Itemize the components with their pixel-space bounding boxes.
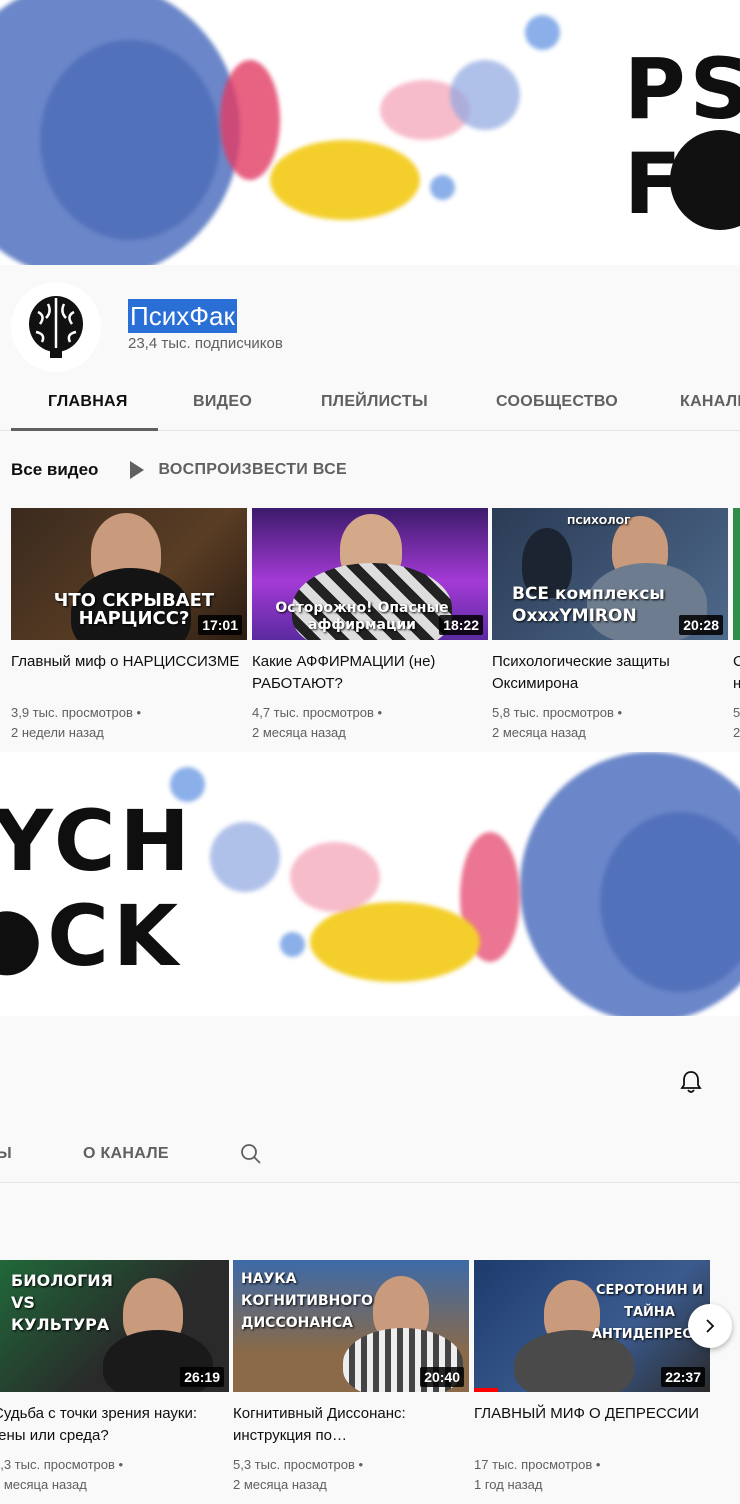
video-thumbnail[interactable]: [733, 508, 740, 640]
video-duration: 18:22: [439, 615, 483, 635]
video-views: 5,3 тыс. просмотров: [233, 1457, 355, 1472]
tab-channels-fragment[interactable]: Ы: [0, 1145, 12, 1163]
meta-separator: •: [136, 705, 142, 720]
shelf-next-button[interactable]: [688, 1304, 732, 1348]
channel-banner-right: YCH ●CK: [0, 752, 740, 1016]
video-age: 1 месяца назад: [0, 1477, 87, 1492]
video-views: 5,8 тыс. просмотров: [492, 705, 614, 720]
video-card[interactable]: НАУКА КОГНИТИВНОГО ДИССОНАНСА 20:40 Когн…: [233, 1260, 469, 1495]
thumbnail-text: НАУКА КОГНИТИВНОГО ДИССОНАНСА: [241, 1271, 374, 1331]
chevron-right-icon: [706, 1319, 715, 1333]
video-title[interactable]: Какие АФФИРМАЦИИ (не) РАБОТАЮТ?: [252, 651, 488, 695]
tab-playlists[interactable]: ПЛЕЙЛИСТЫ: [321, 393, 428, 411]
video-views: 5: [733, 705, 740, 720]
video-meta: 4,7 тыс. просмотров • 2 месяца назад: [252, 703, 488, 743]
meta-separator: •: [118, 1457, 124, 1472]
video-duration: 22:37: [661, 1367, 705, 1387]
video-thumbnail[interactable]: ПСИХОЛОГ ВСЕ комплексы OxxxYMIRON 20:28: [492, 508, 728, 640]
video-age: 2 недели назад: [11, 725, 104, 740]
video-duration: 20:28: [679, 615, 723, 635]
video-meta: 17 тыс. просмотров • 1 год назад: [474, 1455, 710, 1495]
meta-separator: •: [377, 705, 383, 720]
video-title[interactable]: Главный миф о НАРЦИССИЗМЕ: [11, 651, 247, 695]
notification-bell[interactable]: [680, 1070, 702, 1099]
title-fragment: С: [733, 653, 740, 670]
banner-logo-text-right: YCH: [0, 792, 194, 890]
video-title[interactable]: Сн: [733, 651, 740, 695]
tab-community[interactable]: СООБЩЕСТВО: [496, 393, 618, 411]
channel-header: ПсихФак 23,4 тыс. подписчиков: [0, 265, 740, 375]
video-title[interactable]: Психологические защиты Оксимирона: [492, 651, 728, 695]
section-title[interactable]: Все видео: [11, 460, 98, 480]
meta-separator: •: [617, 705, 623, 720]
video-views: 4,7 тыс. просмотров: [252, 705, 374, 720]
video-views: 17 тыс. просмотров: [474, 1457, 593, 1472]
video-age: 2: [733, 725, 740, 740]
banner-logo-text-right-2: ●CK: [0, 887, 183, 985]
video-card[interactable]: ПСИХОЛОГ ВСЕ комплексы OxxxYMIRON 20:28 …: [492, 508, 728, 743]
play-all-label: ВОСПРОИЗВЕСТИ ВСЕ: [158, 461, 347, 478]
video-title[interactable]: Когнитивный Диссонанс: инструкция по…: [233, 1403, 469, 1447]
watch-progress-bar: [474, 1388, 498, 1392]
video-thumbnail[interactable]: БИОЛОГИЯ VS КУЛЬТУРА 26:19: [0, 1260, 229, 1392]
video-views: 3,9 тыс. просмотров: [11, 705, 133, 720]
avatar[interactable]: [11, 282, 101, 372]
video-title[interactable]: Судьба с точки зрения науки: гены или ср…: [0, 1403, 229, 1447]
tab-videos[interactable]: ВИДЕО: [193, 393, 252, 411]
video-duration: 26:19: [180, 1367, 224, 1387]
channel-name[interactable]: ПсихФак: [128, 299, 237, 333]
video-card[interactable]: СЕРОТОНИН И ТАЙНА АНТИДЕПРЕССАНТОВ 22:37…: [474, 1260, 710, 1495]
meta-separator: •: [358, 1457, 364, 1472]
video-card[interactable]: ЧТО СКРЫВАЕТ НАРЦИСС? 17:01 Главный миф …: [11, 508, 247, 743]
video-card[interactable]: БИОЛОГИЯ VS КУЛЬТУРА 26:19 Судьба с точк…: [0, 1260, 229, 1495]
channel-banner: PSYCH F: [0, 0, 740, 265]
search-icon: [241, 1144, 261, 1164]
title-fragment: н: [733, 675, 740, 692]
video-age: 2 месяца назад: [252, 725, 346, 740]
video-meta: 5,3 тыс. просмотров • 2 месяца назад: [233, 1455, 469, 1495]
thumbnail-text: БИОЛОГИЯ VS КУЛЬТУРА: [11, 1271, 113, 1334]
channel-tabs: ГЛАВНАЯ ВИДЕО ПЛЕЙЛИСТЫ СООБЩЕСТВО КАНАЛ…: [0, 375, 740, 431]
video-meta: 5,3 тыс. просмотров • 1 месяца назад: [0, 1455, 229, 1495]
tab-about[interactable]: О КАНАЛЕ: [83, 1145, 169, 1163]
video-thumbnail[interactable]: ЧТО СКРЫВАЕТ НАРЦИСС? 17:01: [11, 508, 247, 640]
video-age: 2 месяца назад: [233, 1477, 327, 1492]
thumbnail-label: ПСИХОЛОГ: [567, 516, 631, 527]
tab-channels[interactable]: КАНАЛЫ: [680, 393, 740, 411]
active-tab-indicator: [11, 428, 158, 431]
video-card-partial[interactable]: Сн 52: [733, 508, 740, 743]
tab-home[interactable]: ГЛАВНАЯ: [48, 393, 128, 411]
video-duration: 17:01: [198, 615, 242, 635]
thumbnail-text: Осторожно! Опасные аффирмации: [275, 600, 449, 633]
channel-tabs-right: Ы О КАНАЛЕ: [0, 1127, 740, 1183]
video-thumbnail[interactable]: Осторожно! Опасные аффирмации 18:22: [252, 508, 488, 640]
play-icon: [130, 461, 145, 479]
play-all-button[interactable]: ВОСПРОИЗВЕСТИ ВСЕ: [130, 461, 347, 479]
video-thumbnail[interactable]: НАУКА КОГНИТИВНОГО ДИССОНАНСА 20:40: [233, 1260, 469, 1392]
video-meta: 5,8 тыс. просмотров • 2 месяца назад: [492, 703, 728, 743]
bell-icon: [680, 1071, 702, 1093]
subscriber-count: 23,4 тыс. подписчиков: [128, 335, 283, 352]
video-age: 2 месяца назад: [492, 725, 586, 740]
video-duration: 20:40: [420, 1367, 464, 1387]
video-meta: 52: [733, 703, 740, 743]
video-title[interactable]: ГЛАВНЫЙ МИФ О ДЕПРЕССИИ: [474, 1403, 710, 1447]
video-meta: 3,9 тыс. просмотров • 2 недели назад: [11, 703, 247, 743]
video-thumbnail[interactable]: СЕРОТОНИН И ТАЙНА АНТИДЕПРЕССАНТОВ 22:37: [474, 1260, 710, 1392]
page-right-half: YCH ●CK Ы О КАНАЛЕ БИОЛОГИЯ VS КУЛЬТУРА …: [0, 752, 740, 1504]
video-card[interactable]: Осторожно! Опасные аффирмации 18:22 Каки…: [252, 508, 488, 743]
banner-logo-text: PSYCH: [624, 40, 740, 138]
meta-separator: •: [595, 1457, 601, 1472]
video-age: 1 год назад: [474, 1477, 543, 1492]
page-left-half: PSYCH F ПсихФак 23,4 тыс. подписчиков ГЛ…: [0, 0, 740, 752]
channel-search-button[interactable]: [240, 1143, 262, 1170]
brain-logo-icon: [29, 296, 83, 358]
section-header: Все видео ВОСПРОИЗВЕСТИ ВСЕ: [11, 455, 347, 485]
video-views: 5,3 тыс. просмотров: [0, 1457, 115, 1472]
